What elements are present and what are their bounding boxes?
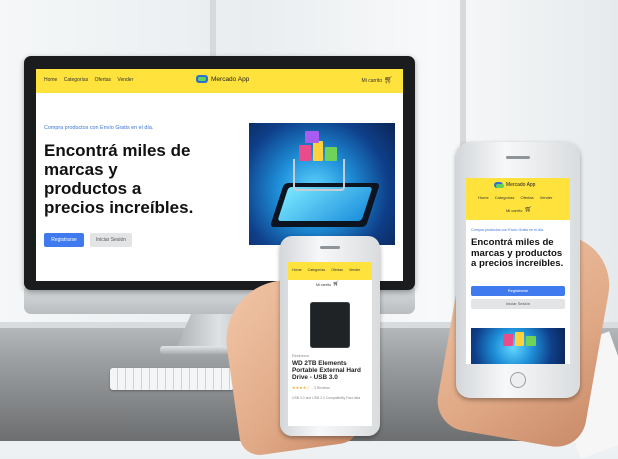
nav-link-offers[interactable]: Ofertas xyxy=(331,268,343,272)
login-button[interactable]: Iniciar Sesión xyxy=(90,233,132,247)
nav-link-categories[interactable]: Categorías xyxy=(64,77,88,83)
headline: Encontrá miles de marcas y productos a p… xyxy=(471,237,564,270)
product-box xyxy=(526,336,536,346)
nav-link-categories[interactable]: Categorías xyxy=(308,268,326,272)
product-title[interactable]: WD 2TB Elements Portable External Hard D… xyxy=(292,360,370,381)
product-box xyxy=(515,332,524,346)
tagline: Compra productos con Envío Gratis en el … xyxy=(471,228,544,232)
navbar: Mercado App Home Categorías Ofertas Vend… xyxy=(466,178,570,220)
product-box xyxy=(325,147,337,161)
cart-link[interactable]: Mi carrito 🛒︎ xyxy=(506,207,532,213)
phone-speaker xyxy=(506,156,530,159)
tablet-screen xyxy=(277,187,373,221)
mercado-app-logo-icon xyxy=(196,75,208,83)
nav-link-offers[interactable]: Ofertas xyxy=(95,77,111,83)
shopping-cart-icon: 🛒︎ xyxy=(332,281,340,287)
brand[interactable]: Mercado App xyxy=(196,75,249,83)
phone-speaker xyxy=(320,246,340,249)
product-description: USB 3.0 and USB 2.0 Compatibility Fast d… xyxy=(292,396,361,400)
reviews-count: 3 Reviews xyxy=(314,386,330,390)
product-category: Electrónica xyxy=(292,354,309,358)
hero-image xyxy=(249,123,395,245)
cart-label: Mi carrito xyxy=(506,207,523,213)
home-button-icon xyxy=(510,372,526,388)
nav-link-sell[interactable]: Vender xyxy=(349,268,360,272)
cart-link[interactable]: Mi carrito 🛒︎ xyxy=(316,282,339,287)
product-image[interactable] xyxy=(310,302,350,348)
nav-link-offers[interactable]: Ofertas xyxy=(521,195,534,200)
nav-link-home[interactable]: Home xyxy=(292,268,302,272)
photo-scene: Home Categorías Ofertas Vender Mercado A… xyxy=(0,0,618,459)
large-phone-screen: Mercado App Home Categorías Ofertas Vend… xyxy=(466,178,570,364)
nav-link-home[interactable]: Home xyxy=(478,195,489,200)
cart-label: Mi carrito xyxy=(316,282,331,287)
large-phone: Mercado App Home Categorías Ofertas Vend… xyxy=(456,142,580,398)
cart-link[interactable]: Mi carrito 🛒︎ xyxy=(362,77,393,84)
shopping-cart-icon: 🛒︎ xyxy=(384,77,393,84)
shopping-cart-icon: 🛒︎ xyxy=(524,207,533,213)
cart-label: Mi carrito xyxy=(361,77,383,84)
mercado-app-logo-icon xyxy=(494,182,504,188)
product-box xyxy=(305,131,319,143)
headline: Encontrá miles de marcas y productos a p… xyxy=(44,141,194,218)
product-box xyxy=(299,145,311,161)
small-phone-screen: Home Categorías Ofertas Vender Mi carrit… xyxy=(288,262,372,426)
brand-name: Mercado App xyxy=(211,75,250,83)
hero-image xyxy=(471,328,565,364)
rating-stars: ★★★★☆ xyxy=(292,385,310,390)
login-button[interactable]: Iniciar Sesión xyxy=(471,299,565,309)
nav-links: Home Categorías Ofertas Vender xyxy=(478,195,557,200)
nav-link-categories[interactable]: Categorías xyxy=(495,195,515,200)
tagline: Compra productos con Envío Gratis en el … xyxy=(44,125,154,131)
nav-link-sell[interactable]: Vender xyxy=(540,195,553,200)
brand-name: Mercado App xyxy=(506,182,536,188)
nav-link-sell[interactable]: Vender xyxy=(117,77,133,83)
nav-links: Home Categorías Ofertas Vender xyxy=(292,268,365,272)
product-box xyxy=(503,334,513,346)
keyboard xyxy=(110,368,234,390)
nav-link-home[interactable]: Home xyxy=(44,77,57,83)
navbar: Home Categorías Ofertas Vender Mercado A… xyxy=(36,69,403,93)
register-button[interactable]: Registrarse xyxy=(44,233,84,247)
nav-links: Home Categorías Ofertas Vender xyxy=(44,77,138,83)
navbar: Home Categorías Ofertas Vender xyxy=(288,262,372,280)
shopping-cart-image xyxy=(293,159,345,191)
register-button[interactable]: Registrarse xyxy=(471,286,565,296)
brand[interactable]: Mercado App xyxy=(494,182,535,188)
small-phone: Home Categorías Ofertas Vender Mi carrit… xyxy=(280,236,380,436)
product-box xyxy=(313,141,323,161)
